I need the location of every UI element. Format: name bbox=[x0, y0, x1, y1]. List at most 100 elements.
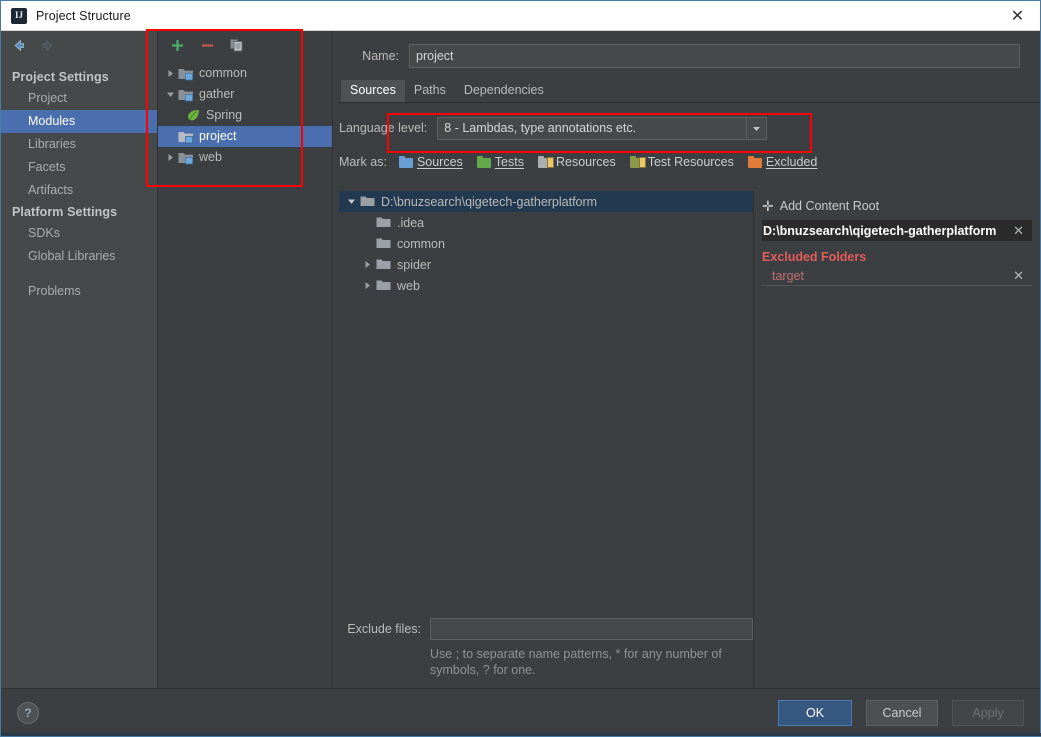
mark-as-sources-button[interactable]: Sources bbox=[398, 155, 463, 169]
modules-panel: common gather Spring project web bbox=[158, 31, 333, 688]
chevron-down-icon[interactable] bbox=[746, 117, 766, 139]
language-level-select[interactable]: 8 - Lambdas, type annotations etc. bbox=[437, 116, 768, 140]
chevron-down-icon[interactable] bbox=[343, 194, 359, 210]
chevron-right-icon[interactable] bbox=[359, 257, 375, 273]
chevron-down-icon[interactable] bbox=[163, 87, 178, 102]
name-label: Name: bbox=[362, 49, 399, 63]
tree-row-spider[interactable]: spider bbox=[339, 254, 753, 275]
tree-row-common[interactable]: common bbox=[339, 233, 753, 254]
language-level-row: Language level: 8 - Lambdas, type annota… bbox=[333, 113, 1040, 143]
folder-icon bbox=[375, 278, 391, 294]
name-row: Name: bbox=[333, 39, 1040, 73]
apply-button[interactable]: Apply bbox=[952, 699, 1024, 726]
module-row-project[interactable]: project bbox=[158, 126, 332, 147]
module-row-web[interactable]: web bbox=[158, 147, 332, 168]
sidebar-item-modules[interactable]: Modules bbox=[1, 110, 157, 133]
exclude-files-area: Exclude files: Use ; to separate name pa… bbox=[339, 615, 753, 688]
help-icon[interactable]: ? bbox=[17, 701, 39, 724]
mark-as-resources-label: Resources bbox=[555, 155, 616, 169]
content-roots-panel: ✛ Add Content Root D:\bnuzsearch\qigetec… bbox=[754, 191, 1032, 688]
tab-sources[interactable]: Sources bbox=[341, 80, 405, 102]
folder-icon bbox=[375, 236, 391, 252]
chevron-right-icon[interactable] bbox=[359, 278, 375, 294]
sidebar-item-artifacts[interactable]: Artifacts bbox=[1, 179, 157, 202]
remove-content-root-icon[interactable]: ✕ bbox=[1011, 224, 1026, 237]
chevron-right-icon[interactable] bbox=[163, 66, 178, 81]
sidebar-group-platform-settings: Platform Settings bbox=[12, 205, 118, 219]
tab-paths[interactable]: Paths bbox=[405, 80, 455, 102]
mark-as-resources-button[interactable]: Resources bbox=[537, 155, 616, 169]
mark-as-excluded-label: Excluded bbox=[765, 155, 818, 169]
module-row-gather[interactable]: gather bbox=[158, 84, 332, 105]
sidebar-item-problems[interactable]: Problems bbox=[1, 280, 157, 303]
add-module-icon[interactable] bbox=[169, 37, 185, 53]
chevron-right-icon[interactable] bbox=[163, 150, 178, 165]
folder-icon bbox=[359, 194, 375, 210]
tab-dependencies[interactable]: Dependencies bbox=[455, 80, 553, 102]
sidebar-item-project[interactable]: Project bbox=[1, 87, 157, 110]
mark-as-test-resources-label: Test Resources bbox=[647, 155, 734, 169]
dialog-body: Project Settings Project Modules Librari… bbox=[1, 31, 1040, 691]
tree-row-content-root[interactable]: D:\bnuzsearch\qigetech-gatherplatform bbox=[339, 191, 753, 212]
content-root-tree-rows: D:\bnuzsearch\qigetech-gatherplatform .i… bbox=[339, 191, 753, 615]
title-bar: IJ Project Structure ✕ bbox=[1, 1, 1040, 31]
exclude-files-label: Exclude files: bbox=[347, 622, 421, 636]
mark-as-excluded-button[interactable]: Excluded bbox=[747, 155, 818, 169]
tree-row-idea[interactable]: .idea bbox=[339, 212, 753, 233]
module-row-common[interactable]: common bbox=[158, 63, 332, 84]
mark-as-sources-label: Sources bbox=[416, 155, 463, 169]
back-arrow-icon[interactable] bbox=[10, 37, 27, 54]
sidebar-item-sdks[interactable]: SDKs bbox=[1, 222, 157, 245]
exclude-files-hint: Use ; to separate name patterns, * for a… bbox=[430, 647, 722, 677]
module-label: gather bbox=[199, 87, 235, 101]
name-input[interactable] bbox=[409, 44, 1020, 68]
mark-as-label: Mark as: bbox=[339, 155, 387, 169]
sources-folder-icon bbox=[398, 156, 413, 168]
resources-folder-icon bbox=[537, 156, 554, 168]
close-icon[interactable]: ✕ bbox=[995, 1, 1040, 31]
sidebar-item-facets[interactable]: Facets bbox=[1, 156, 157, 179]
tree-row-label: .idea bbox=[397, 215, 425, 230]
module-folder-icon bbox=[178, 150, 194, 166]
module-tabs: Sources Paths Dependencies bbox=[339, 79, 1040, 103]
folder-icon bbox=[375, 215, 391, 231]
modules-tree: common gather Spring project web bbox=[158, 59, 332, 168]
tree-row-label: web bbox=[397, 278, 420, 293]
module-row-spring[interactable]: Spring bbox=[158, 105, 332, 126]
excluded-folder-row[interactable]: target ✕ bbox=[762, 266, 1032, 286]
content-root-header: D:\bnuzsearch\qigetech-gatherplatform ✕ bbox=[762, 220, 1032, 241]
test-resources-folder-icon bbox=[629, 156, 646, 168]
sidebar-list: Project Settings Project Modules Librari… bbox=[1, 67, 157, 303]
background-artifact bbox=[1, 733, 1041, 736]
copy-module-icon[interactable] bbox=[229, 37, 245, 53]
sidebar-item-global-libraries[interactable]: Global Libraries bbox=[1, 245, 157, 268]
forward-arrow-icon[interactable] bbox=[40, 37, 57, 54]
folder-icon bbox=[375, 257, 391, 273]
tests-folder-icon bbox=[476, 156, 491, 168]
intellij-idea-icon: IJ bbox=[11, 7, 27, 24]
language-level-label: Language level: bbox=[339, 121, 428, 135]
cancel-button[interactable]: Cancel bbox=[866, 699, 938, 726]
spring-leaf-icon bbox=[185, 108, 201, 124]
add-content-root-button[interactable]: ✛ Add Content Root bbox=[762, 195, 1032, 217]
tree-row-web[interactable]: web bbox=[339, 275, 753, 296]
module-label: common bbox=[199, 66, 247, 80]
tree-row-label: D:\bnuzsearch\qigetech-gatherplatform bbox=[381, 194, 598, 209]
remove-module-icon[interactable] bbox=[199, 37, 215, 53]
excluded-folders-list: target ✕ bbox=[762, 266, 1032, 286]
exclude-files-row: Exclude files: bbox=[339, 615, 753, 643]
mark-as-row: Mark as: Sources Tests Resources Test Re… bbox=[333, 149, 1040, 175]
module-folder-icon bbox=[178, 129, 194, 145]
content-root-tree: D:\bnuzsearch\qigetech-gatherplatform .i… bbox=[339, 191, 754, 688]
mark-as-tests-button[interactable]: Tests bbox=[476, 155, 524, 169]
excluded-folder-label: target bbox=[772, 268, 804, 283]
excluded-folder-icon bbox=[747, 156, 762, 168]
sidebar-item-libraries[interactable]: Libraries bbox=[1, 133, 157, 156]
exclude-files-input[interactable] bbox=[430, 618, 753, 640]
remove-excluded-folder-icon[interactable]: ✕ bbox=[1011, 269, 1026, 282]
ok-button[interactable]: OK bbox=[778, 699, 852, 726]
window-title: Project Structure bbox=[36, 8, 131, 23]
mark-as-test-resources-button[interactable]: Test Resources bbox=[629, 155, 734, 169]
